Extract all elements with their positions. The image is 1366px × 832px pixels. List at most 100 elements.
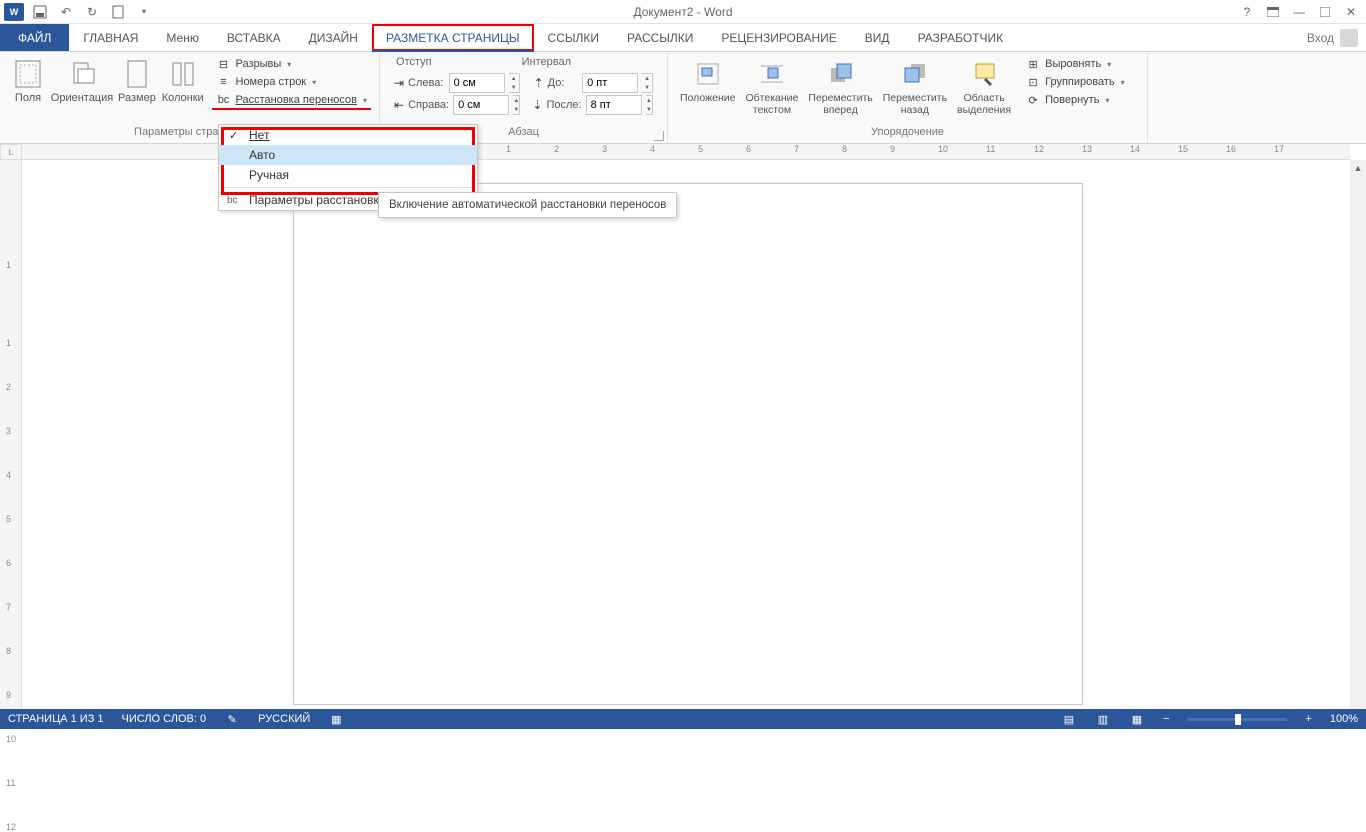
window-controls: ? — ✕ [1240,5,1366,19]
indent-header: Отступ [396,56,432,68]
redo-icon[interactable]: ↻ [84,4,100,20]
spacing-after-icon: ⇣ [532,98,542,112]
orientation-button[interactable]: Ориентация [50,56,114,106]
undo-icon[interactable]: ↶ [58,4,74,20]
indent-right-spinner[interactable]: ▲▼ [513,95,520,115]
selection-pane-icon [968,58,1000,90]
tab-mailings[interactable]: РАССЫЛКИ [613,24,707,51]
line-numbers-icon: ≡ [216,75,232,89]
proofing-icon[interactable]: ✎ [224,712,240,726]
margins-icon [12,58,44,90]
tab-page-layout[interactable]: РАЗМЕТКА СТРАНИЦЫ [372,24,534,51]
tab-file[interactable]: ФАЙЛ [0,24,69,51]
indent-left-input[interactable] [449,73,505,93]
selection-pane-button[interactable]: Область выделения [953,56,1015,118]
rotate-icon: ⟳ [1025,93,1041,107]
line-numbers-button[interactable]: ≡ Номера строк [212,74,372,90]
group-objects-button[interactable]: ⊡ Группировать [1021,74,1129,90]
margins-button[interactable]: Поля [8,56,48,106]
group-icon: ⊡ [1025,75,1041,89]
status-bar: СТРАНИЦА 1 ИЗ 1 ЧИСЛО СЛОВ: 0 ✎ РУССКИЙ … [0,709,1366,729]
spacing-after-input[interactable] [586,95,642,115]
columns-button[interactable]: Колонки [160,56,206,106]
spacing-after-spinner[interactable]: ▲▼ [646,95,653,115]
sign-in[interactable]: Вход [1307,24,1366,51]
wrap-text-button[interactable]: Обтекание текстом [742,56,803,118]
size-button[interactable]: Размер [116,56,158,106]
tab-home[interactable]: ГЛАВНАЯ [69,24,152,51]
read-mode-icon[interactable]: ▤ [1061,712,1077,726]
status-word-count[interactable]: ЧИСЛО СЛОВ: 0 [122,713,207,725]
ribbon-options-icon[interactable] [1266,5,1280,19]
ruler-corner[interactable]: L [0,144,22,160]
group-label-arrange: Упорядочение [668,126,1147,142]
tab-developer[interactable]: РАЗРАБОТЧИК [904,24,1018,51]
avatar-icon [1340,29,1358,47]
align-button[interactable]: ⊞ Выровнять [1021,56,1129,72]
title-bar: W ↶ ↻ ▾ Документ2 - Word ? — ✕ [0,0,1366,24]
vertical-ruler[interactable]: 1123456789101112 [0,160,22,709]
tab-references[interactable]: ССЫЛКИ [534,24,613,51]
indent-left-icon: ⇥ [394,76,404,90]
macro-icon[interactable]: ▦ [328,712,344,726]
paragraph-dialog-launcher[interactable] [654,131,664,141]
vertical-scrollbar[interactable]: ▲ [1350,160,1366,709]
help-icon[interactable]: ? [1240,5,1254,19]
send-backward-button[interactable]: Переместить назад [879,56,951,118]
size-icon [121,58,153,90]
tab-review[interactable]: РЕЦЕНЗИРОВАНИЕ [707,24,850,51]
tab-design[interactable]: ДИЗАЙН [295,24,372,51]
columns-icon [167,58,199,90]
tab-menu[interactable]: Меню [152,24,212,51]
word-app-icon: W [4,3,24,21]
rotate-button[interactable]: ⟳ Повернуть [1021,92,1129,108]
wrap-text-icon [756,58,788,90]
qat-dropdown-icon[interactable]: ▾ [136,4,152,20]
zoom-out-icon[interactable]: − [1163,713,1169,725]
bring-forward-icon [825,58,857,90]
web-layout-icon[interactable]: ▦ [1129,712,1145,726]
hyphenation-icon: bc [216,93,232,107]
scroll-up-icon[interactable]: ▲ [1350,160,1366,176]
auto-hyphenation-tooltip: Включение автоматической расстановки пер… [378,192,677,218]
hyphenation-auto-item[interactable]: Авто [219,145,477,165]
tab-view[interactable]: ВИД [851,24,904,51]
close-icon[interactable]: ✕ [1344,5,1358,19]
zoom-thumb[interactable] [1235,714,1241,725]
sign-in-label: Вход [1307,31,1334,45]
orientation-icon [66,58,98,90]
hyphenation-button[interactable]: bc Расстановка переносов [212,92,372,110]
spacing-before-input[interactable] [582,73,638,93]
position-icon [692,58,724,90]
group-arrange: Положение Обтекание текстом Переместить … [668,52,1148,143]
hyphenation-manual-item[interactable]: Ручная [219,165,477,185]
document-workspace: L 211234567891011121314151617 1123456789… [0,144,1366,709]
minimize-icon[interactable]: — [1292,5,1306,19]
status-language[interactable]: РУССКИЙ [258,713,310,725]
indent-right-input[interactable] [453,95,509,115]
save-icon[interactable] [32,4,48,20]
dropdown-separator [223,187,473,188]
status-page[interactable]: СТРАНИЦА 1 ИЗ 1 [8,713,104,725]
align-icon: ⊞ [1025,57,1041,71]
hyphenation-none-item[interactable]: Нет [219,125,477,145]
zoom-in-icon[interactable]: + [1305,713,1311,725]
new-doc-icon[interactable] [110,4,126,20]
send-backward-icon [899,58,931,90]
maximize-icon[interactable] [1318,5,1332,19]
spacing-before-icon: ⇡ [534,76,544,90]
document-title: Документ2 - Word [633,5,732,19]
hyphenation-options-icon: bc [227,195,238,206]
print-layout-icon[interactable]: ▥ [1095,712,1111,726]
ribbon-tabs: ФАЙЛ ГЛАВНАЯ Меню ВСТАВКА ДИЗАЙН РАЗМЕТК… [0,24,1366,52]
zoom-level[interactable]: 100% [1330,713,1358,725]
position-button[interactable]: Положение [676,56,740,106]
spacing-before-spinner[interactable]: ▲▼ [642,73,653,93]
indent-right-icon: ⇤ [394,98,404,112]
bring-forward-button[interactable]: Переместить вперед [804,56,876,118]
zoom-slider[interactable] [1187,718,1287,721]
indent-left-spinner[interactable]: ▲▼ [509,73,520,93]
tab-insert[interactable]: ВСТАВКА [213,24,295,51]
document-page[interactable] [294,184,1082,704]
breaks-button[interactable]: ⊟ Разрывы [212,56,372,72]
